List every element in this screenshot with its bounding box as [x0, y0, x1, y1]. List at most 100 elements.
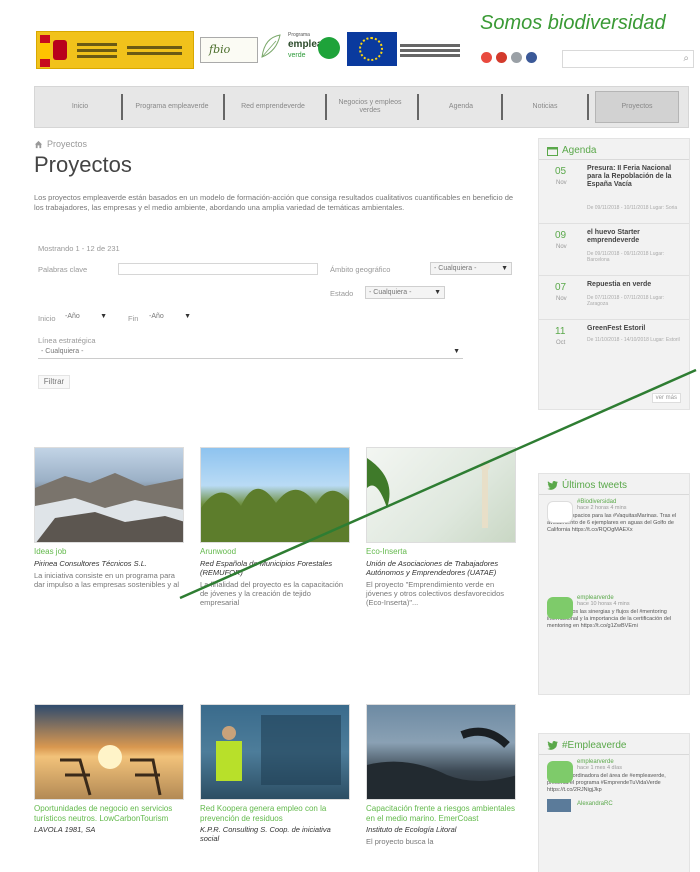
site-header: fbio Programa emplea verde Somos biodive… [0, 0, 700, 85]
project-title[interactable]: Eco-Inserta [366, 547, 516, 557]
start-year-select[interactable]: -Año ▼ [62, 311, 110, 324]
event-title[interactable]: GreenFest Estoril [587, 325, 687, 333]
nav-item-noticias[interactable]: Noticias [507, 87, 583, 127]
event-title[interactable]: Presura: II Feria Nacional para la Repob… [587, 165, 687, 189]
page-title: Proyectos [34, 152, 132, 177]
intro-text: Los proyectos empleaverde están basados … [34, 193, 514, 213]
keywords-label: Palabras clave [38, 265, 88, 274]
tweets-title: Últimos tweets [562, 480, 628, 491]
project-author: Unión de Asociaciones de Trabajadores Au… [366, 558, 499, 577]
flickr-icon[interactable] [496, 52, 507, 63]
project-card[interactable]: Arunwood Red Española de Municipios Fore… [200, 447, 350, 608]
home-icon[interactable] [34, 140, 43, 149]
search-icon[interactable]: ⌕ [683, 53, 689, 64]
project-image[interactable] [34, 704, 184, 800]
results-count: Mostrando 1 - 12 de 231 [38, 244, 120, 253]
project-card[interactable]: Ideas job Pirinea Consultores Técnicos S… [34, 447, 184, 589]
agenda-event[interactable]: 09 Nov el huevo Starter emprendeverde De… [539, 224, 689, 276]
nav-item-programa[interactable]: Programa empleaverde [127, 87, 217, 127]
agenda-event[interactable]: 05 Nov Presura: II Feria Nacional para l… [539, 160, 689, 224]
facebook-icon[interactable] [526, 52, 537, 63]
geo-select[interactable]: - Cualquiera - ▼ [430, 262, 512, 275]
geo-label: Ámbito geográfico [330, 265, 391, 274]
nav-item-agenda[interactable]: Agenda [423, 87, 499, 127]
tweet-item[interactable]: emplearverde hace 10 horas 4 mins Aprend… [539, 591, 689, 634]
filter-button[interactable]: Filtrar [38, 375, 70, 389]
leaf-icon [261, 34, 281, 58]
nav-item-proyectos[interactable]: Proyectos [595, 91, 679, 123]
project-author: Red Española de Municipios Forestales (R… [200, 558, 333, 577]
youtube-icon[interactable] [481, 52, 492, 63]
project-title[interactable]: Capacitación frente a riesgos ambientale… [366, 804, 516, 823]
project-image[interactable] [200, 447, 350, 543]
coat-of-arms-icon [53, 40, 67, 60]
agenda-title: Agenda [562, 145, 597, 156]
strategic-line-label: Línea estratégica [38, 336, 96, 345]
avatar[interactable] [547, 501, 573, 523]
avatar[interactable] [547, 798, 571, 812]
hashtag-panel: #Empleaverde emplearverde hace 1 mes 4 d… [538, 733, 690, 872]
biodiversidad-foundation-logo[interactable]: fbio [200, 37, 258, 63]
chevron-down-icon: ▼ [184, 313, 191, 320]
eu-flag-logo[interactable] [347, 32, 397, 66]
strategic-line-select[interactable]: - Cualquiera - ▼ [38, 346, 463, 359]
project-image[interactable] [366, 447, 516, 543]
emplea-circle-icon [318, 37, 340, 59]
see-more-button[interactable]: ver más [651, 393, 681, 403]
government-logo[interactable] [36, 31, 194, 69]
start-label: Inicio [38, 314, 56, 323]
breadcrumb: Proyectos [34, 139, 87, 149]
project-image[interactable] [34, 447, 184, 543]
project-title[interactable]: Oportunidades de negocio en servicios tu… [34, 804, 184, 823]
project-image[interactable] [200, 704, 350, 800]
eu-stars-icon [359, 37, 383, 61]
project-card[interactable]: Oportunidades de negocio en servicios tu… [34, 704, 184, 834]
search-input[interactable]: ⌕ [562, 50, 694, 68]
project-author: K.P.R. Consulting S. Coop. de iniciativa… [200, 825, 331, 844]
tweet-item[interactable]: AlexandraRC [539, 798, 689, 814]
social-links [481, 52, 537, 63]
calendar-icon [547, 146, 558, 156]
nav-item-negocios[interactable]: Negocios y empleos verdes [330, 87, 410, 127]
event-title[interactable]: el huevo Starter emprendeverde [587, 229, 687, 245]
project-author: LAVOLA 1981, SA [34, 825, 96, 835]
project-card[interactable]: Capacitación frente a riesgos ambientale… [366, 704, 516, 847]
agenda-panel: Agenda 05 Nov Presura: II Feria Nacional… [538, 138, 690, 410]
project-title[interactable]: Ideas job [34, 547, 184, 557]
tweet-item[interactable]: emplearverde hace 1 mes 4 días Valeria, … [539, 755, 689, 798]
keywords-input[interactable] [118, 263, 318, 275]
end-year-select[interactable]: -Año ▼ [146, 311, 194, 324]
agenda-event[interactable]: 11 Oct GreenFest Estoril De 11/10/2018 -… [539, 320, 689, 364]
chevron-down-icon: ▼ [434, 289, 441, 296]
project-image[interactable] [366, 704, 516, 800]
event-title[interactable]: Repuestia en verde [587, 281, 687, 289]
agenda-event[interactable]: 07 Nov Repuestia en verde De 07/11/2018 … [539, 276, 689, 320]
status-select[interactable]: - Cualquiera - ▼ [365, 286, 445, 299]
project-title[interactable]: Red Koopera genera empleo con la prevenc… [200, 804, 350, 823]
nav-item-red[interactable]: Red emprendeverde [227, 87, 319, 127]
project-description: La iniciativa consiste en un programa pa… [34, 570, 180, 589]
nav-item-inicio[interactable]: Inicio [45, 87, 115, 127]
project-card[interactable]: Eco-Inserta Unión de Asociaciones de Tra… [366, 447, 516, 608]
tweets-panel: Últimos tweets #Biodiversidad hace 2 hor… [538, 473, 690, 695]
project-card[interactable]: Red Koopera genera empleo con la prevenc… [200, 704, 350, 843]
twitter-icon[interactable] [511, 52, 522, 63]
avatar[interactable] [547, 597, 573, 619]
twitter-icon [547, 741, 558, 750]
hashtag-title: #Empleaverde [562, 740, 627, 751]
spain-flag-icon [40, 35, 50, 67]
tweet-item[interactable]: #Biodiversidad hace 2 horas 4 mins Aún h… [539, 495, 689, 591]
project-title[interactable]: Arunwood [200, 547, 350, 557]
project-description: La finalidad del proyecto es la capacita… [200, 579, 344, 608]
project-author: Pirinea Consultores Técnicos S.L. [34, 558, 147, 568]
chevron-down-icon: ▼ [501, 265, 508, 272]
site-slogan: Somos biodiversidad [480, 12, 666, 34]
avatar[interactable] [547, 761, 573, 783]
main-nav: Inicio Programa empleaverde Red emprende… [34, 86, 689, 128]
chevron-down-icon: ▼ [453, 348, 460, 355]
chevron-down-icon: ▼ [100, 313, 107, 320]
emplea-verde-logo[interactable]: Programa emplea verde [288, 29, 344, 67]
project-author: Instituto de Ecología Litoral [366, 825, 457, 835]
project-description: El proyecto "Emprendimiento verde en jóv… [366, 579, 504, 608]
status-label: Estado [330, 289, 354, 298]
